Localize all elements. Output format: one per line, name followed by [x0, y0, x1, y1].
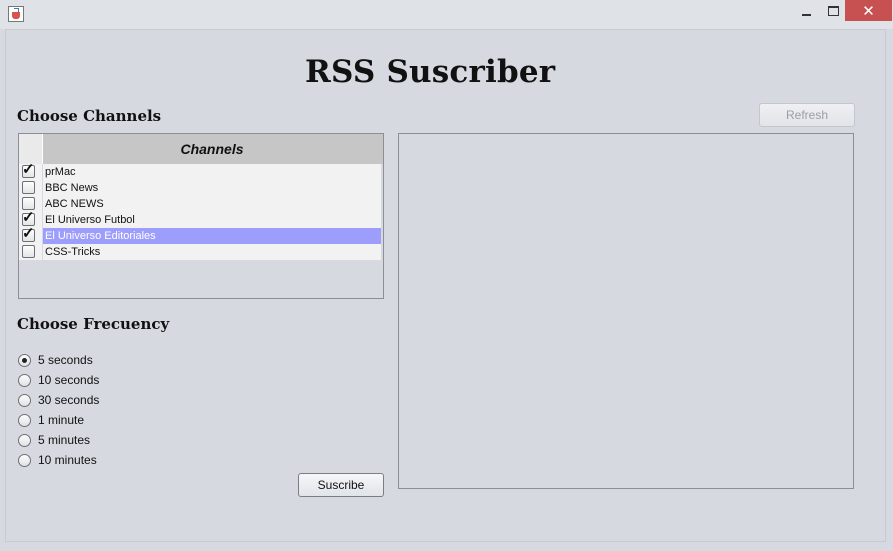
- frequency-option[interactable]: 30 seconds: [18, 392, 99, 408]
- table-row[interactable]: ✓ El Universo Editoriales: [19, 225, 383, 244]
- title-bar: ✕: [0, 0, 893, 29]
- channel-name[interactable]: El Universo Futbol: [43, 212, 381, 228]
- frequency-option[interactable]: 5 seconds: [18, 352, 93, 368]
- checkmark-icon: ✓: [22, 161, 35, 178]
- channels-table: Channels ✓ prMac BBC News ABC NEWS ✓ El Unive…: [18, 133, 384, 299]
- table-row[interactable]: ✓ prMac: [19, 161, 383, 180]
- channel-checkbox[interactable]: ✓: [22, 225, 35, 242]
- channels-column-header[interactable]: Channels: [43, 134, 381, 164]
- channel-name[interactable]: prMac: [43, 164, 381, 180]
- maximize-button[interactable]: [818, 0, 848, 21]
- app-title: RSS Suscriber: [305, 54, 556, 90]
- feed-content-panel[interactable]: [398, 133, 854, 489]
- radio-button[interactable]: [18, 413, 31, 427]
- channels-heading: Choose Channels: [17, 107, 162, 125]
- row-checkbox-cell[interactable]: [19, 244, 42, 260]
- channel-name[interactable]: ABC NEWS: [43, 196, 381, 212]
- channel-name[interactable]: CSS-Tricks: [43, 244, 381, 260]
- channel-name[interactable]: BBC News: [43, 180, 381, 196]
- frequency-option-label[interactable]: 1 minute: [38, 413, 84, 427]
- row-checkbox-cell[interactable]: ✓: [19, 225, 42, 244]
- radio-button[interactable]: [18, 433, 31, 447]
- frequency-option[interactable]: 5 minutes: [18, 432, 90, 448]
- radio-button[interactable]: [18, 453, 31, 467]
- close-button[interactable]: ✕: [845, 0, 892, 21]
- table-row[interactable]: ABC NEWS: [19, 196, 383, 212]
- frequency-option[interactable]: 10 seconds: [18, 372, 99, 388]
- radio-selected-dot: [22, 357, 27, 363]
- close-icon: ✕: [862, 2, 875, 20]
- row-checkbox-cell[interactable]: ✓: [19, 161, 42, 180]
- frequency-option-label[interactable]: 10 minutes: [38, 453, 97, 467]
- row-checkbox-cell[interactable]: [19, 180, 42, 196]
- table-row[interactable]: BBC News: [19, 180, 383, 196]
- channel-name[interactable]: El Universo Editoriales: [43, 228, 381, 244]
- minimize-button[interactable]: [791, 0, 821, 21]
- table-row[interactable]: CSS-Tricks: [19, 244, 383, 260]
- radio-button[interactable]: [18, 393, 31, 407]
- frequency-option-label[interactable]: 5 minutes: [38, 433, 90, 447]
- channel-checkbox[interactable]: [22, 181, 35, 194]
- channel-checkbox[interactable]: [22, 245, 35, 258]
- refresh-button[interactable]: Refresh: [759, 103, 855, 127]
- minimize-icon: [801, 13, 811, 16]
- checkbox-column-header[interactable]: [19, 134, 43, 164]
- frequency-heading: Choose Frecuency: [17, 315, 170, 333]
- channel-checkbox[interactable]: ✓: [22, 161, 35, 178]
- frequency-option[interactable]: 1 minute: [18, 412, 84, 428]
- checkmark-icon: ✓: [22, 225, 35, 242]
- table-row[interactable]: ✓ El Universo Futbol: [19, 209, 383, 228]
- subscribe-button[interactable]: Suscribe: [298, 473, 384, 497]
- channels-table-header: Channels: [19, 134, 383, 164]
- frequency-option-label[interactable]: 10 seconds: [38, 373, 99, 387]
- channels-table-body: ✓ prMac BBC News ABC NEWS ✓ El Universo Futbo…: [19, 161, 383, 260]
- java-app-icon: [8, 6, 24, 22]
- radio-button[interactable]: [18, 373, 31, 387]
- frequency-option-label[interactable]: 5 seconds: [38, 353, 93, 367]
- maximize-icon: [827, 5, 839, 16]
- frequency-option-label[interactable]: 30 seconds: [38, 393, 99, 407]
- radio-button[interactable]: [18, 353, 31, 367]
- checkmark-icon: ✓: [22, 209, 35, 226]
- frequency-option[interactable]: 10 minutes: [18, 452, 97, 468]
